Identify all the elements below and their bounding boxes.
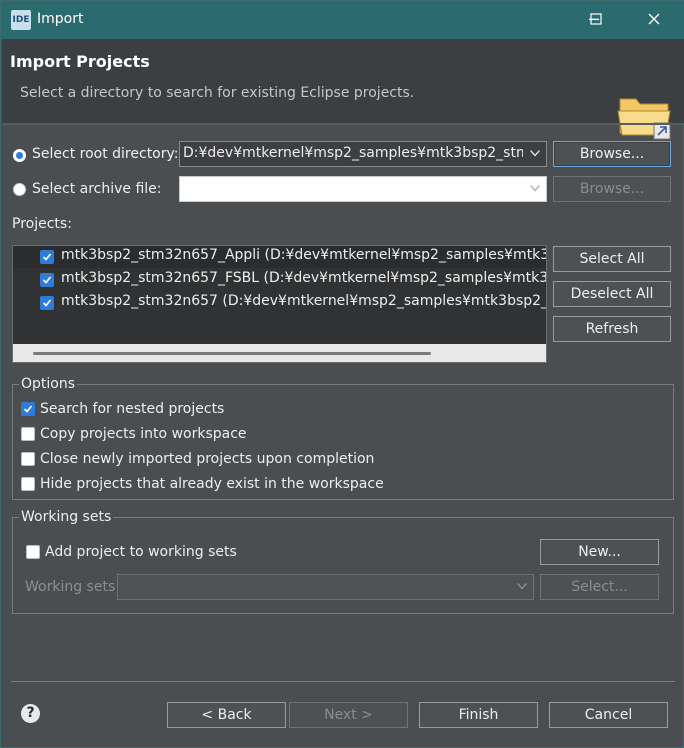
archive-file-combo[interactable] xyxy=(179,176,547,202)
close-button[interactable] xyxy=(631,1,677,39)
maximize-icon xyxy=(590,10,602,29)
nested-projects-label: Search for nested projects xyxy=(40,401,225,417)
chevron-down-icon[interactable] xyxy=(510,575,533,599)
list-item[interactable]: mtk3bsp2_stm32n657_FSBL (D:¥dev¥mtkernel… xyxy=(13,269,547,291)
close-icon xyxy=(648,10,660,29)
close-imported-checkbox[interactable] xyxy=(21,452,35,466)
project-checkbox[interactable] xyxy=(40,250,54,264)
browse-archive-button[interactable]: Browse... xyxy=(553,176,671,202)
project-checkbox[interactable] xyxy=(40,296,54,310)
page-description: Select a directory to search for existin… xyxy=(20,85,415,101)
copy-projects-checkbox[interactable] xyxy=(21,427,35,441)
root-directory-value: D:¥dev¥mtkernel¥msp2_samples¥mtk3bsp2_st… xyxy=(183,145,547,161)
project-name: mtk3bsp2_stm32n657 (D:¥dev¥mtkernel¥msp2… xyxy=(61,293,547,309)
list-item[interactable]: mtk3bsp2_stm32n657_Appli (D:¥dev¥mtkerne… xyxy=(13,246,547,268)
select-working-set-button[interactable]: Select... xyxy=(540,574,659,600)
root-directory-combo[interactable]: D:¥dev¥mtkernel¥msp2_samples¥mtk3bsp2_st… xyxy=(179,141,547,167)
horizontal-scrollbar[interactable] xyxy=(13,344,546,362)
archive-file-label: Select archive file: xyxy=(32,181,162,197)
new-working-set-button[interactable]: New... xyxy=(540,539,659,565)
add-working-sets-label: Add project to working sets xyxy=(45,544,237,560)
options-title: Options xyxy=(19,376,78,392)
close-imported-label: Close newly imported projects upon compl… xyxy=(40,451,375,467)
archive-file-radio[interactable] xyxy=(13,183,26,196)
next-button[interactable]: Next > xyxy=(289,702,408,728)
hide-existing-label: Hide projects that already exist in the … xyxy=(40,476,384,492)
chevron-down-icon[interactable] xyxy=(523,177,546,201)
window-title: Import xyxy=(37,11,84,27)
wizard-header: Import Projects Select a directory to se… xyxy=(2,39,684,140)
browse-root-button[interactable]: Browse... xyxy=(553,141,671,167)
header-separator xyxy=(2,123,684,125)
copy-projects-label: Copy projects into workspace xyxy=(40,426,247,442)
finish-button[interactable]: Finish xyxy=(419,702,538,728)
working-sets-label: Working sets: xyxy=(25,579,120,595)
ide-app-icon: IDE xyxy=(11,10,31,30)
list-item[interactable]: mtk3bsp2_stm32n657 (D:¥dev¥mtkernel¥msp2… xyxy=(13,292,547,314)
root-directory-radio[interactable] xyxy=(13,149,26,162)
working-sets-combo[interactable] xyxy=(117,574,534,600)
project-name: mtk3bsp2_stm32n657_FSBL (D:¥dev¥mtkernel… xyxy=(61,270,547,286)
cancel-button[interactable]: Cancel xyxy=(549,702,668,728)
nested-projects-checkbox[interactable] xyxy=(21,402,35,416)
title-bar[interactable]: IDE Import ─ xyxy=(1,1,684,39)
hide-existing-checkbox[interactable] xyxy=(21,477,35,491)
projects-label: Projects: xyxy=(12,216,72,232)
page-title: Import Projects xyxy=(10,52,150,71)
chevron-down-icon[interactable] xyxy=(523,142,546,166)
projects-list[interactable]: mtk3bsp2_stm32n657_Appli (D:¥dev¥mtkerne… xyxy=(12,245,547,363)
add-working-sets-checkbox[interactable] xyxy=(26,545,40,559)
working-sets-title: Working sets xyxy=(19,509,114,525)
import-dialog: IDE Import ─ Import Projects Select a di… xyxy=(0,0,684,748)
back-button[interactable]: < Back xyxy=(167,702,286,728)
help-icon[interactable]: ? xyxy=(21,704,40,723)
project-name: mtk3bsp2_stm32n657_Appli (D:¥dev¥mtkerne… xyxy=(61,247,547,263)
deselect-all-button[interactable]: Deselect All xyxy=(553,281,671,307)
refresh-button[interactable]: Refresh xyxy=(553,316,671,342)
maximize-button[interactable] xyxy=(573,1,619,39)
footer-separator xyxy=(11,681,675,682)
folder-import-icon xyxy=(614,85,674,141)
project-checkbox[interactable] xyxy=(40,273,54,287)
select-all-button[interactable]: Select All xyxy=(553,246,671,272)
scrollbar-thumb[interactable] xyxy=(33,352,431,355)
root-directory-label: Select root directory: xyxy=(32,146,179,162)
